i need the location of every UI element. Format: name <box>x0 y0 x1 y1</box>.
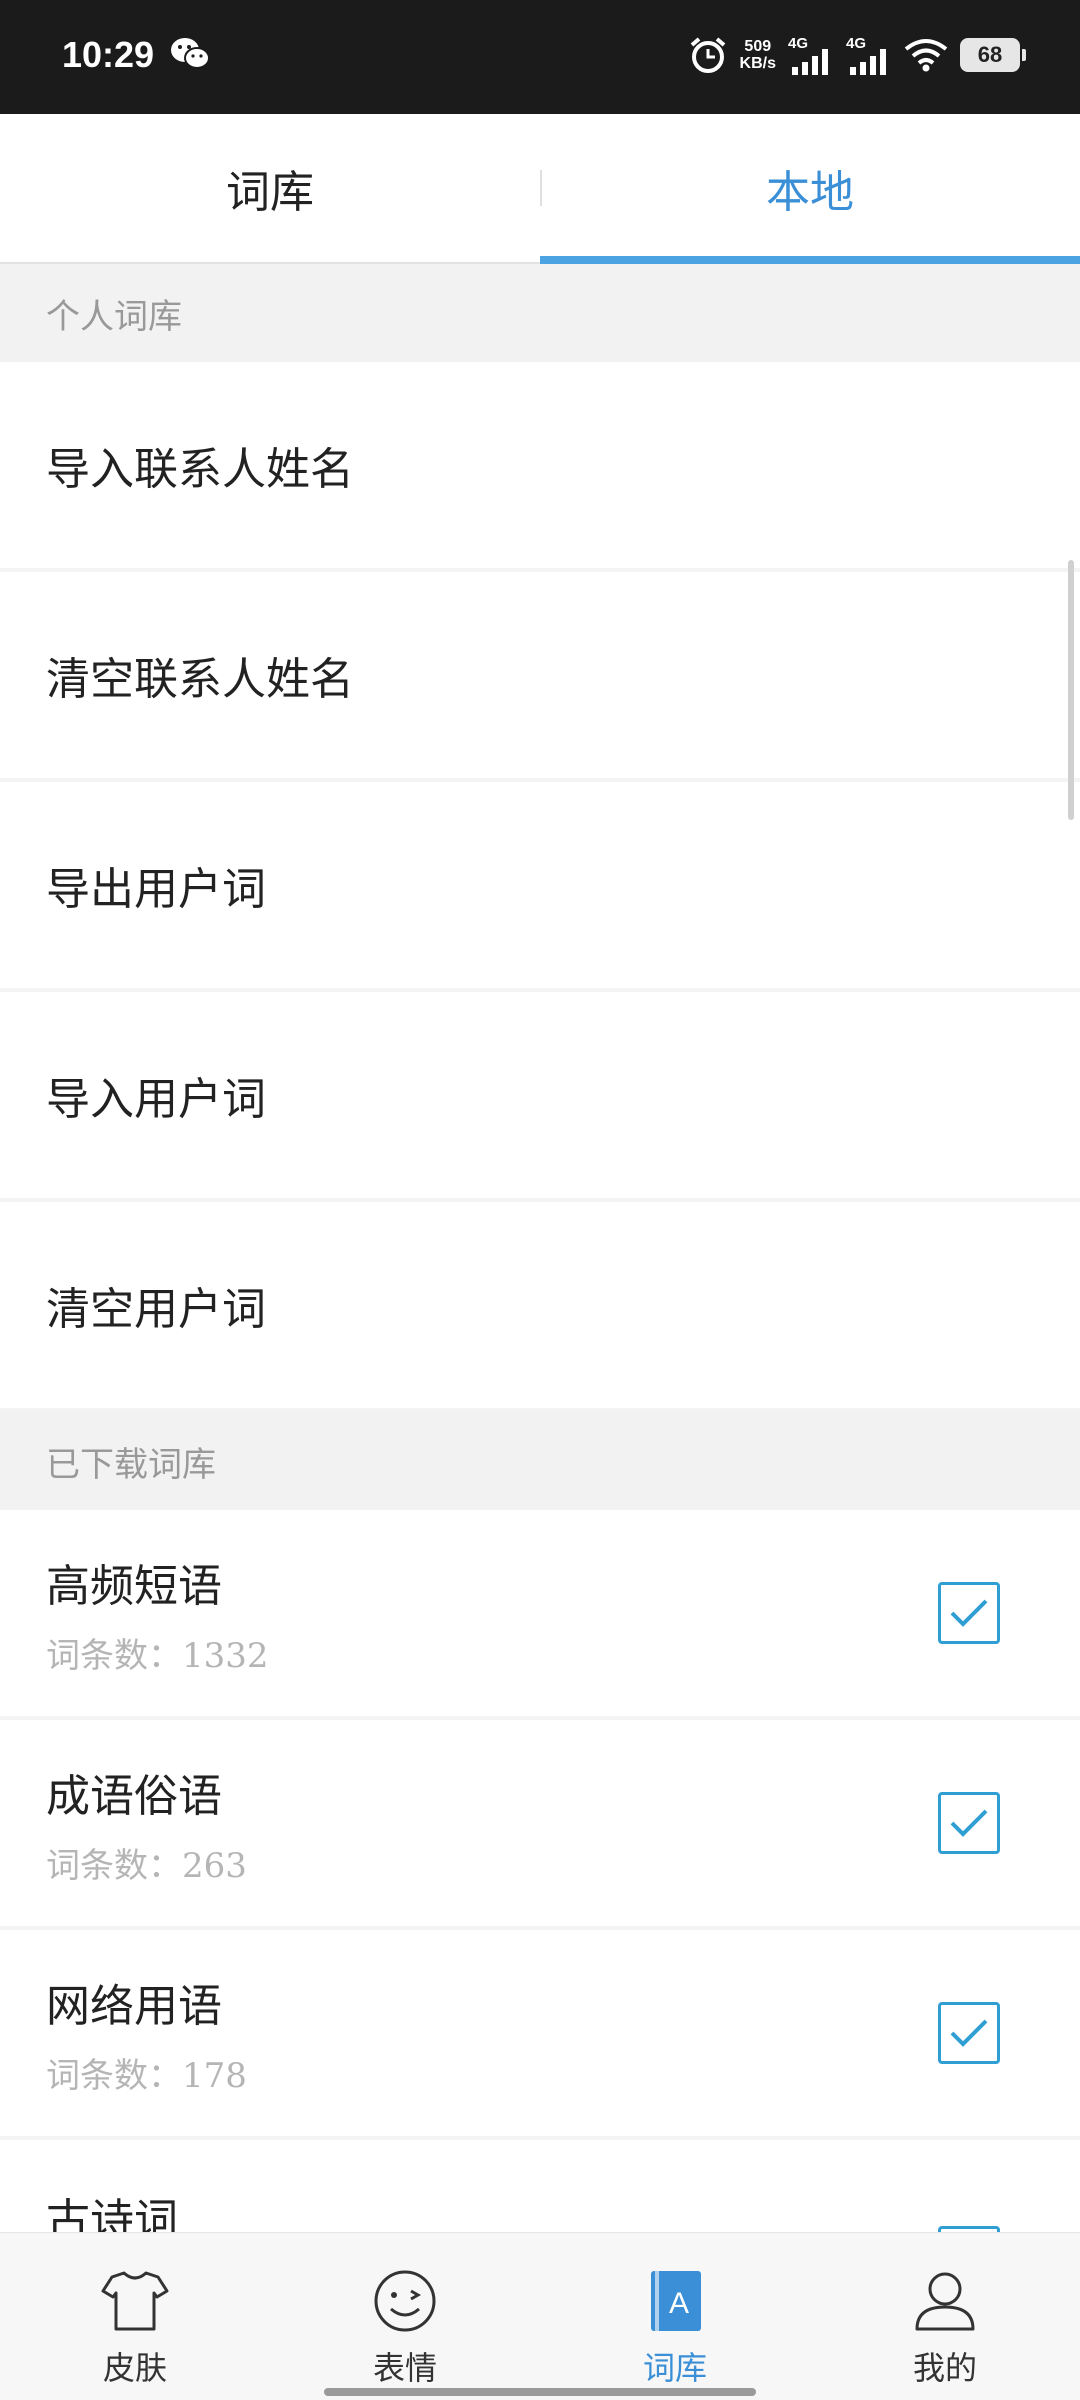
bottom-nav: 皮肤 表情 A 词库 我的 <box>0 2232 1080 2400</box>
check-icon <box>950 2019 988 2047</box>
scrollbar[interactable] <box>1068 560 1074 820</box>
status-bar: 10:29 509 KB/s 4G 4G 68 <box>0 0 1080 114</box>
battery-icon: 68 <box>960 38 1026 72</box>
top-tabs: 词库 本地 <box>0 114 1080 264</box>
entry-count: 词条数：178 <box>46 2055 247 2096</box>
enabled-checkbox[interactable] <box>938 1582 1000 1644</box>
nav-item-me[interactable]: 我的 <box>810 2233 1080 2400</box>
signal-icon: 4G <box>788 35 834 75</box>
shirt-icon <box>101 2271 169 2331</box>
status-icons: 509 KB/s 4G 4G 68 <box>688 30 1026 80</box>
smiley-icon <box>374 2270 436 2332</box>
nav-item-dictionary[interactable]: A 词库 <box>540 2233 810 2400</box>
nav-label: 表情 <box>372 2349 437 2387</box>
check-icon <box>950 1599 988 1627</box>
nav-label: 皮肤 <box>102 2349 167 2387</box>
enabled-checkbox[interactable] <box>938 1792 1000 1854</box>
clear-user-words-row[interactable]: 清空用户词 <box>0 1202 1080 1408</box>
dictionary-row-ancient-poetry[interactable]: 古诗词 <box>0 2140 1080 2232</box>
section-header-personal: 个人词库 <box>0 264 1080 362</box>
nav-label: 我的 <box>912 2349 977 2387</box>
dictionary-name: 网络用语 <box>46 1980 222 2032</box>
clear-contacts-row[interactable]: 清空联系人姓名 <box>0 572 1080 778</box>
tab-divider <box>540 170 542 206</box>
dictionary-row-high-frequency[interactable]: 高频短语 词条数：1332 <box>0 1510 1080 1716</box>
user-icon <box>915 2272 975 2331</box>
status-time: 10:29 <box>62 34 155 75</box>
local-dictionary-list[interactable]: 个人词库 导入联系人姓名 清空联系人姓名 导出用户词 导入用户词 清空用户词 已… <box>0 264 1080 2232</box>
dictionary-name: 古诗词 <box>46 2195 178 2232</box>
import-contacts-row[interactable]: 导入联系人姓名 <box>0 362 1080 568</box>
tab-local[interactable]: 本地 <box>540 114 1080 264</box>
tab-dictionary[interactable]: 词库 <box>0 114 540 262</box>
wechat-icon <box>171 38 210 69</box>
home-indicator[interactable] <box>324 2388 756 2396</box>
section-header-downloaded: 已下载词库 <box>0 1412 1080 1510</box>
signal-icon-2: 4G <box>846 35 892 75</box>
net-speed: 509 KB/s <box>740 38 776 72</box>
entry-count: 词条数：263 <box>46 1845 247 1886</box>
dictionary-icon: A <box>651 2271 701 2331</box>
nav-item-emoji[interactable]: 表情 <box>270 2233 540 2400</box>
check-icon <box>950 1809 988 1837</box>
dictionary-row-internet-slang[interactable]: 网络用语 词条数：178 <box>0 1930 1080 2136</box>
net-speed-unit: KB/s <box>739 55 776 72</box>
net-speed-value: 509 <box>744 38 772 55</box>
nav-label: 词库 <box>642 2349 707 2387</box>
dictionary-row-idioms[interactable]: 成语俗语 词条数：263 <box>0 1720 1080 1926</box>
import-user-words-row[interactable]: 导入用户词 <box>0 992 1080 1198</box>
svg-text:A: A <box>669 2287 689 2320</box>
dictionary-name: 高频短语 <box>46 1560 222 1612</box>
enabled-checkbox[interactable] <box>938 2002 1000 2064</box>
alarm-icon <box>690 37 725 73</box>
nav-item-skin[interactable]: 皮肤 <box>0 2233 270 2400</box>
entry-count: 词条数：1332 <box>46 1635 269 1676</box>
wifi-icon <box>904 39 948 72</box>
export-user-words-row[interactable]: 导出用户词 <box>0 782 1080 988</box>
dictionary-name: 成语俗语 <box>46 1770 222 1822</box>
